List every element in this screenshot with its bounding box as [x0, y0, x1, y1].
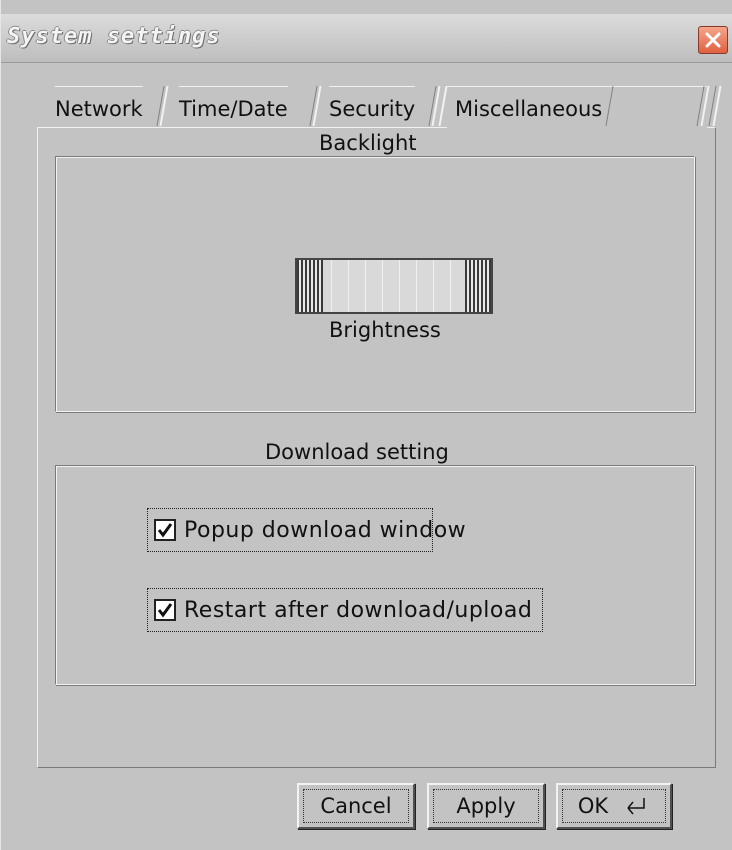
- checkbox-box[interactable]: [154, 599, 176, 621]
- download-group-label: Download setting: [265, 440, 449, 464]
- download-group: [55, 465, 695, 685]
- slider-left-edge: [297, 260, 323, 312]
- tab-label: Security: [329, 97, 416, 121]
- close-button[interactable]: [698, 26, 728, 54]
- tab-network[interactable]: Network: [55, 86, 143, 128]
- window-title: System settings: [7, 24, 221, 49]
- brightness-slider[interactable]: [295, 258, 493, 314]
- ok-label: OK: [577, 794, 609, 818]
- popup-download-window-checkbox[interactable]: Popup download window: [147, 508, 466, 552]
- checkbox-box[interactable]: [154, 519, 176, 541]
- apply-button[interactable]: Apply: [427, 783, 545, 829]
- slider-right-edge: [465, 260, 491, 312]
- brightness-label: Brightness: [329, 318, 441, 342]
- enter-arrow-icon: [627, 798, 645, 815]
- checkbox-label: Popup download window: [184, 517, 467, 543]
- apply-button-face: Apply: [433, 789, 539, 823]
- close-icon: [705, 32, 721, 48]
- title-bar[interactable]: System settings: [1, 14, 732, 63]
- ok-button[interactable]: OK: [556, 783, 672, 829]
- cancel-button-face: Cancel: [303, 789, 409, 823]
- restart-after-download-checkbox[interactable]: Restart after download/upload: [147, 588, 543, 632]
- tab-security[interactable]: Security: [329, 86, 416, 128]
- tab-strip: Network Time/Date Security Miscellaneous…: [37, 86, 732, 128]
- cancel-label: Cancel: [320, 794, 392, 818]
- checkmark-icon: [157, 603, 173, 618]
- tab-label: Miscellaneous: [455, 97, 603, 121]
- apply-label: Apply: [456, 794, 516, 818]
- settings-window: System settings Network Time/Date Securi…: [0, 0, 732, 850]
- ok-button-face: OK: [562, 789, 666, 823]
- tab-label: Network: [55, 97, 143, 121]
- cancel-button[interactable]: Cancel: [297, 783, 415, 829]
- checkbox-label: Restart after download/upload: [184, 597, 533, 623]
- tab-label: Time/Date: [179, 97, 288, 121]
- checkmark-icon: [157, 523, 173, 538]
- tab-time-date[interactable]: Time/Date: [179, 86, 288, 128]
- tab-miscellaneous[interactable]: Miscellaneous: [447, 86, 707, 128]
- backlight-group-label: Backlight: [319, 131, 417, 155]
